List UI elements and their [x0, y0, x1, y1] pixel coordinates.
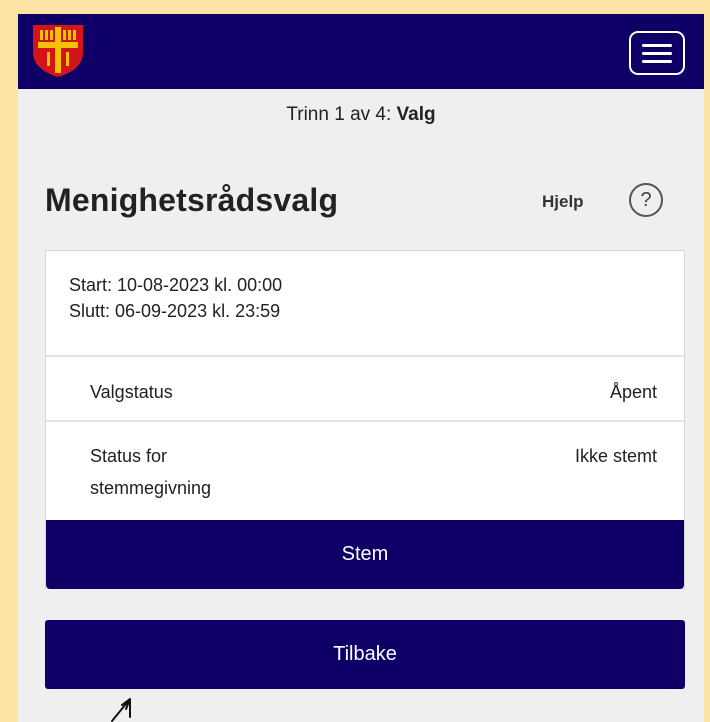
help-question-icon[interactable]: ?: [629, 183, 663, 217]
top-navigation-bar: [18, 14, 704, 89]
app-frame: Trinn 1 av 4: Valg Menighetsrådsvalg Hje…: [18, 14, 704, 722]
help-link[interactable]: Hjelp: [542, 192, 584, 212]
hamburger-menu-icon-bar: [642, 43, 672, 47]
election-dates: Start: 10-08-2023 kl. 00:00 Slutt: 06-09…: [69, 272, 282, 324]
vote-button[interactable]: Stem: [46, 520, 684, 589]
election-status-value: Åpent: [609, 382, 657, 402]
church-cross-shield-icon[interactable]: [29, 22, 87, 78]
election-status-label: Valgstatus: [90, 382, 173, 402]
step-prefix: Trinn 1 av 4:: [286, 104, 397, 125]
divider: [46, 355, 684, 357]
voting-status-value: Ikke stemt: [574, 446, 657, 466]
voting-status-label: Status for stemmegivning: [90, 440, 211, 504]
voting-status-label-line2: stemmegivning: [90, 478, 212, 498]
step-name: Valg: [396, 104, 436, 125]
start-date: Start: 10-08-2023 kl. 00:00: [69, 275, 283, 295]
hamburger-menu-icon-bar: [642, 59, 672, 63]
step-indicator: Trinn 1 av 4: Valg: [18, 104, 704, 126]
divider: [46, 420, 684, 422]
arrow-pointer-icon: [111, 698, 131, 722]
back-button[interactable]: Tilbake: [45, 620, 685, 689]
hamburger-menu-button[interactable]: [629, 31, 685, 75]
page-title: Menighetsrådsvalg: [45, 182, 339, 218]
end-date: Slutt: 06-09-2023 kl. 23:59: [69, 301, 281, 321]
hamburger-menu-icon-bar: [642, 51, 672, 55]
voting-status-label-line1: Status for: [90, 446, 168, 466]
election-info-card: Start: 10-08-2023 kl. 00:00 Slutt: 06-09…: [45, 250, 685, 589]
